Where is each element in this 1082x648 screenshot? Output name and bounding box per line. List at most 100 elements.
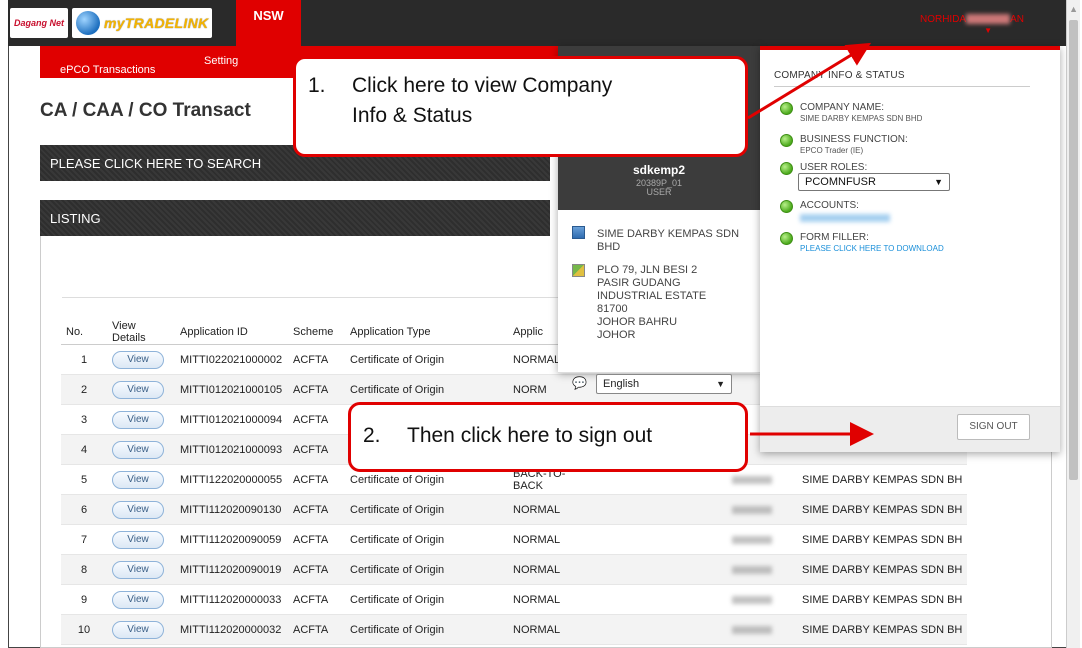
row-number: 10 [61, 614, 107, 645]
view-button[interactable]: View [112, 350, 164, 369]
company-name: SIME DARBY KEMPAS SDN BH [797, 614, 968, 645]
form-filler-download-link[interactable]: PLEASE CLICK HERE TO DOWNLOAD [800, 244, 944, 253]
application-type: Certificate of Origin [345, 554, 508, 585]
search-bar-label: PLEASE CLICK HERE TO SEARCH [50, 155, 262, 171]
applic-type: NORMAL [508, 494, 593, 525]
accounts-value-redacted[interactable] [800, 213, 890, 222]
view-cell: View [107, 374, 175, 405]
table-row: 6 View MITTI112020090130 ACFTA Certificate o… [61, 494, 968, 525]
user-menu-caret-icon[interactable]: ▼ [984, 26, 992, 35]
chevron-down-icon: ▼ [716, 379, 725, 389]
globe-icon [76, 11, 100, 35]
user-menu[interactable]: NORHIDA AN [920, 14, 1024, 25]
redaction [800, 213, 890, 222]
callout-text: Then click here to sign out [407, 424, 653, 447]
table-row: 10 View MITTI112020000032 ACFTA Certificate … [61, 614, 968, 645]
view-button[interactable]: View [112, 590, 164, 609]
status-dot-icon [780, 102, 793, 115]
page-scrollbar[interactable]: ▲ [1066, 0, 1080, 648]
row-number: 9 [61, 584, 107, 615]
redaction [732, 535, 772, 544]
company-info-title: COMPANY INFO & STATUS [774, 70, 905, 81]
dagang-net-logo[interactable]: Dagang Net [10, 8, 68, 38]
company-name: SIME DARBY KEMPAS SDN BH [797, 494, 968, 525]
scheme: ACFTA [288, 524, 345, 555]
map-icon [572, 264, 585, 277]
view-cell: View [107, 344, 175, 375]
form-filler-label: FORM FILLER: [800, 232, 869, 243]
view-cell: View [107, 464, 175, 495]
view-button[interactable]: View [112, 470, 164, 489]
company-name: SIME DARBY KEMPAS SDN BH [797, 524, 968, 555]
status-dot-icon [780, 162, 793, 175]
redaction [732, 625, 772, 634]
row-number: 8 [61, 554, 107, 585]
application-type: Certificate of Origin [345, 584, 508, 615]
header-application-id[interactable]: Application ID [175, 320, 288, 345]
redaction [732, 505, 772, 514]
status-dot-icon [780, 134, 793, 147]
status-dot-icon [780, 232, 793, 245]
application-id: MITTI122020000055 [175, 464, 288, 495]
redacted-cell [727, 554, 797, 585]
header-application-type[interactable]: Application Type [345, 320, 508, 345]
application-type: Certificate of Origin [345, 344, 508, 375]
mytradelink-logo[interactable]: myTRADELINK [72, 8, 212, 38]
redaction [732, 565, 772, 574]
row-number: 4 [61, 434, 107, 465]
header-scheme[interactable]: Scheme [288, 320, 345, 345]
scheme: ACFTA [288, 404, 345, 435]
sign-out-button[interactable]: SIGN OUT [957, 414, 1030, 440]
view-button[interactable]: View [112, 500, 164, 519]
applic-type: NORMAL [508, 614, 593, 645]
view-button[interactable]: View [112, 410, 164, 429]
scroll-up-icon[interactable]: ▲ [1069, 4, 1078, 14]
view-cell: View [107, 584, 175, 615]
application-id: MITTI022021000002 [175, 344, 288, 375]
view-cell: View [107, 614, 175, 645]
profile-address: PLO 79, JLN BESI 2 PASIR GUDANG INDUSTRI… [597, 264, 706, 342]
application-type: Certificate of Origin [345, 524, 508, 555]
callout-company-info: 1. Click here to view Company Info & Stat… [293, 56, 748, 157]
redacted-cell [727, 584, 797, 615]
view-button[interactable]: View [112, 530, 164, 549]
username-text: NORHIDA [919, 14, 967, 25]
view-cell: View [107, 524, 175, 555]
language-select[interactable]: English ▼ [596, 374, 732, 394]
table-row: 7 View MITTI112020090059 ACFTA Certificate o… [61, 524, 968, 555]
view-cell: View [107, 434, 175, 465]
nav-epco-transactions[interactable]: ePCO Transactions [60, 64, 155, 76]
applic-type: NORMAL [508, 584, 593, 615]
company-info-panel: COMPANY INFO & STATUS COMPANY NAME: SIME… [760, 46, 1060, 452]
applic-type: NORMAL [508, 524, 593, 555]
redacted-cell [727, 614, 797, 645]
header-no[interactable]: No. [61, 320, 107, 345]
view-button[interactable]: View [112, 620, 164, 639]
profile-company: SIME DARBY KEMPAS SDN BHD [597, 228, 739, 254]
tab-nsw[interactable]: NSW [236, 0, 301, 46]
view-cell: View [107, 494, 175, 525]
scheme: ACFTA [288, 554, 345, 585]
info-divider [774, 86, 1030, 87]
view-button[interactable]: View [112, 560, 164, 579]
address-line: JOHOR [597, 329, 636, 341]
view-button[interactable]: View [112, 440, 164, 459]
scheme: ACFTA [288, 584, 345, 615]
scroll-thumb[interactable] [1069, 20, 1078, 480]
business-function-value: EPCO Trader (IE) [800, 146, 864, 155]
callout-text: Click here to view Company [352, 74, 613, 97]
hidden-cell [593, 554, 727, 585]
tab-nsw-label: NSW [253, 8, 284, 23]
language-value: English [603, 378, 640, 390]
callout-number: 1. [308, 74, 326, 97]
header-view-details[interactable]: View Details [107, 320, 175, 345]
row-number: 2 [61, 374, 107, 405]
hidden-cell [593, 584, 727, 615]
nav-setting[interactable]: Setting [204, 55, 238, 67]
application-id: MITTI012021000094 [175, 404, 288, 435]
view-button[interactable]: View [112, 380, 164, 399]
scheme: ACFTA [288, 374, 345, 405]
user-roles-select[interactable]: PCOMNFUSR ▼ [798, 173, 950, 191]
table-row: 8 View MITTI112020090019 ACFTA Certificate o… [61, 554, 968, 585]
row-number: 1 [61, 344, 107, 375]
